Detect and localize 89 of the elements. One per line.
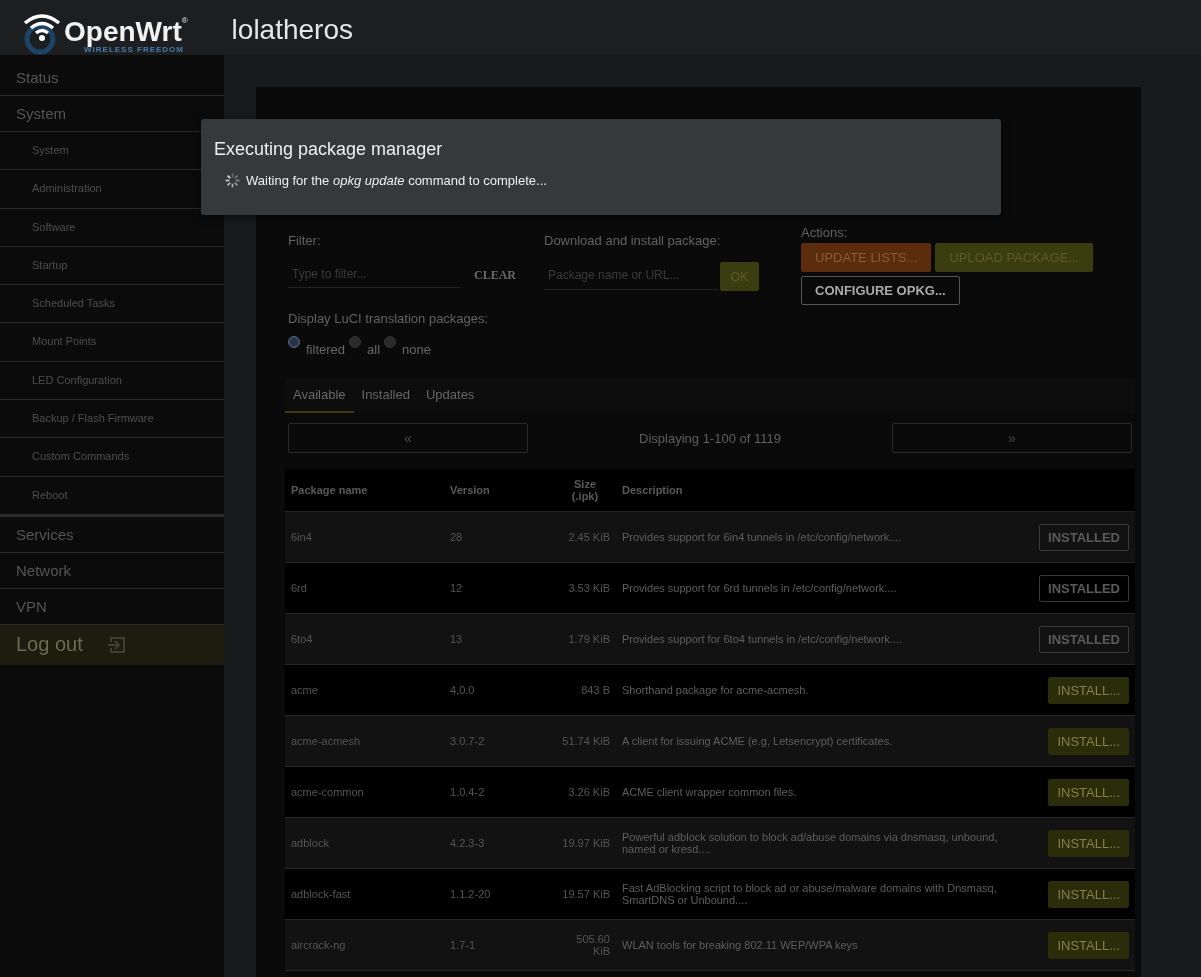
- version-cell: 4.0.0: [444, 664, 554, 716]
- spinner-icon: [224, 172, 241, 189]
- package-name-cell: acme: [285, 664, 444, 716]
- size-cell: 19.57 KiB: [554, 868, 616, 920]
- version-cell: 1.1.2-20: [444, 868, 554, 920]
- package-name-cell: acme-common: [285, 766, 444, 818]
- size-cell: 1.79 KiB: [554, 613, 616, 665]
- package-name-cell: 6in4: [285, 511, 444, 563]
- sidebar-subitem[interactable]: Backup / Flash Firmware: [32, 412, 154, 425]
- logout-button[interactable]: Log out: [0, 624, 224, 665]
- installed-button[interactable]: INSTALLED: [1039, 574, 1129, 602]
- logo-tagline: WIRELESS FREEDOM: [84, 46, 184, 54]
- hostname-title[interactable]: lolatheros: [231, 13, 353, 46]
- install-button[interactable]: INSTALL...: [1048, 829, 1129, 857]
- sidebar-subitem[interactable]: LED Configuration: [32, 373, 122, 386]
- radio-label: none: [402, 342, 431, 357]
- description-cell: Fast AdBlocking script to block ad or abuse/malware domains with Dnsmasq, SmartDNS or Unbound....: [616, 868, 1023, 920]
- translation-label: Display LuCI translation packages:: [288, 311, 490, 326]
- package-name-cell: 6rd: [285, 562, 444, 614]
- install-button[interactable]: INSTALL...: [1048, 931, 1129, 959]
- sidebar-subitem[interactable]: System: [32, 144, 69, 156]
- radio-label: filtered: [306, 342, 346, 357]
- tab[interactable]: Installed: [353, 378, 418, 413]
- size-cell: 505.60 KiB: [554, 919, 616, 971]
- description-cell: Provides support for 6to4 tunnels in /etc/config/network....: [616, 613, 1023, 665]
- sidebar-subitem[interactable]: Software: [32, 220, 76, 233]
- size-cell: 3.53 KiB: [554, 562, 616, 614]
- install-button[interactable]: INSTALL...: [1048, 880, 1129, 908]
- description-cell: Provides support for 6rd tunnels in /etc/config/network....: [616, 562, 1023, 614]
- modal-title: Executing package manager: [214, 139, 444, 160]
- version-cell: 28: [444, 511, 554, 563]
- installed-button[interactable]: INSTALLED: [1039, 523, 1129, 551]
- clear-button[interactable]: CLEAR: [468, 263, 522, 287]
- package-name-cell: 6to4: [285, 613, 444, 665]
- radio-button[interactable]: [384, 336, 397, 348]
- column-header: Size (.ipk): [554, 469, 616, 512]
- tab[interactable]: Available: [285, 378, 354, 413]
- actions-label: Actions:: [801, 225, 849, 240]
- version-cell: 3.0.7-2: [444, 715, 554, 767]
- description-cell: Provides support for 6in4 tunnels in /etc/config/network....: [616, 511, 1023, 563]
- logo-wordmark: OpenWrt$^{®}$: [64, 17, 188, 46]
- sidebar-subitem[interactable]: Reboot: [32, 488, 68, 501]
- sidebar-subitem[interactable]: Administration: [32, 182, 102, 195]
- next-page-button[interactable]: »: [892, 423, 1132, 453]
- column-header: Version: [444, 469, 554, 512]
- sidebar-subitem[interactable]: Startup: [32, 258, 68, 271]
- pager-status: Displaying 1-100 of 1119: [638, 430, 782, 446]
- version-cell: 12: [444, 562, 554, 614]
- version-cell: 4.2.3-3: [444, 817, 554, 869]
- sidebar-subitem[interactable]: Scheduled Tasks: [32, 297, 115, 310]
- install-button[interactable]: INSTALL...: [1048, 676, 1129, 704]
- sidebar-item[interactable]: Network: [0, 552, 224, 589]
- logout-icon: [106, 634, 127, 655]
- version-cell: 1.7-1: [444, 919, 554, 971]
- install-button[interactable]: INSTALL...: [1048, 727, 1129, 755]
- version-cell: 13: [444, 613, 554, 665]
- description-cell: Shorthand package for acme-acmesh.: [616, 664, 1023, 716]
- column-header: Description: [616, 469, 1023, 512]
- tab[interactable]: Updates: [417, 378, 483, 413]
- description-cell: ACME client wrapper common files.: [616, 766, 1023, 818]
- sidebar-item[interactable]: Services: [0, 516, 224, 553]
- sidebar-item[interactable]: VPN: [0, 588, 224, 625]
- sidebar-item[interactable]: Status: [0, 60, 224, 96]
- previous-page-button[interactable]: «: [288, 423, 528, 453]
- package-name-cell: acme-acmesh: [285, 715, 444, 767]
- description-cell: Powerful adblock solution to block ad/abuse domains via dnsmasq, unbound, named or kresd....: [616, 817, 1023, 869]
- sidebar-subitem[interactable]: Custom Commands: [32, 450, 130, 463]
- size-cell: 19.97 KiB: [554, 817, 616, 869]
- size-cell: 51.74 KiB: [554, 715, 616, 767]
- package-name-cell: adblock-fast: [285, 868, 444, 920]
- description-cell: WLAN tools for breaking 802.11 WEP/WPA keys: [616, 919, 1023, 971]
- version-cell: 1.0.4-2: [444, 766, 554, 818]
- modal-message: Waiting for the opkg update command to complete...: [246, 173, 547, 188]
- action-button[interactable]: CONFIGURE OPKG...: [801, 276, 960, 305]
- size-cell: 843 B: [554, 664, 616, 716]
- description-cell: A client for issuing ACME (e.g, Letsencrypt) certificates.: [616, 715, 1023, 767]
- install-button[interactable]: INSTALL...: [1048, 778, 1129, 806]
- radio-button[interactable]: [349, 336, 362, 348]
- radio-button[interactable]: [288, 336, 300, 348]
- radio-label: all: [367, 342, 381, 357]
- sidebar-subitem[interactable]: Mount Points: [32, 335, 97, 348]
- column-header: Package name: [285, 469, 444, 512]
- package-name-cell: adblock: [285, 817, 444, 869]
- size-cell: 3.26 KiB: [554, 766, 616, 818]
- size-cell: 2.45 KiB: [554, 511, 616, 563]
- download-label: Download and install package:: [544, 233, 722, 248]
- installed-button[interactable]: INSTALLED: [1039, 625, 1129, 653]
- filter-label: Filter:: [288, 233, 322, 248]
- package-name-cell: aircrack-ng: [285, 919, 444, 971]
